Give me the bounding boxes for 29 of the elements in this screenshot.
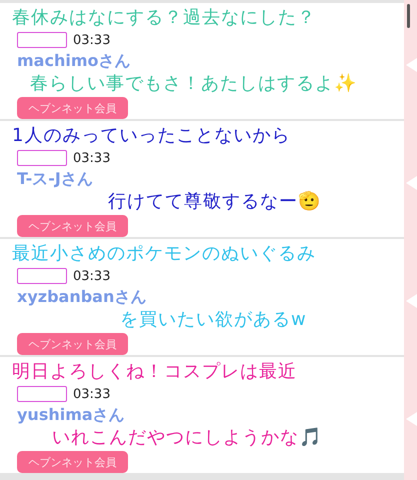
notch-icon <box>406 294 417 308</box>
notch-icon <box>406 58 417 72</box>
member-badge[interactable]: ヘブンネット会員 <box>17 215 128 237</box>
member-badge[interactable]: ヘブンネット会員 <box>17 333 128 355</box>
notch-icon <box>406 412 417 426</box>
user-name[interactable]: yushimaさん <box>17 405 125 425</box>
caption-text: 行けてて尊敬するなー🫡 <box>108 191 321 213</box>
caption-text: 春らしい事でもさ！あたしはするよ✨ <box>30 73 357 95</box>
caption-text: 最近小さめのポケモンのぬいぐるみ <box>12 243 316 265</box>
post-time: 03:33 <box>73 32 110 48</box>
member-badge[interactable]: ヘブンネット会員 <box>17 451 128 473</box>
scrollbar-thumb[interactable] <box>407 4 410 28</box>
member-badge[interactable]: ヘブンネット会員 <box>17 97 128 119</box>
caption-text: 明日よろしくね！コスプレは最近 <box>12 361 297 383</box>
caption-text: いれこんだやつにしようかな🎵 <box>52 427 322 449</box>
caption-text: を買いたい欲があるw <box>120 309 307 331</box>
notch-icon <box>406 176 417 190</box>
user-name[interactable]: machimoさん <box>17 51 130 71</box>
tag-frame <box>17 150 67 166</box>
post-time: 03:33 <box>73 150 110 166</box>
tag-frame <box>17 386 67 402</box>
post-time: 03:33 <box>73 386 110 402</box>
tag-frame <box>17 268 67 284</box>
caption-text: 春休みはなにする？過去なにした？ <box>12 7 316 29</box>
tag-frame <box>17 32 67 48</box>
caption-text: 1人のみっていったことないから <box>12 125 290 147</box>
user-name[interactable]: xyzbanbanさん <box>17 287 146 307</box>
post-time: 03:33 <box>73 268 110 284</box>
user-name[interactable]: T-ス-Jさん <box>17 169 93 189</box>
